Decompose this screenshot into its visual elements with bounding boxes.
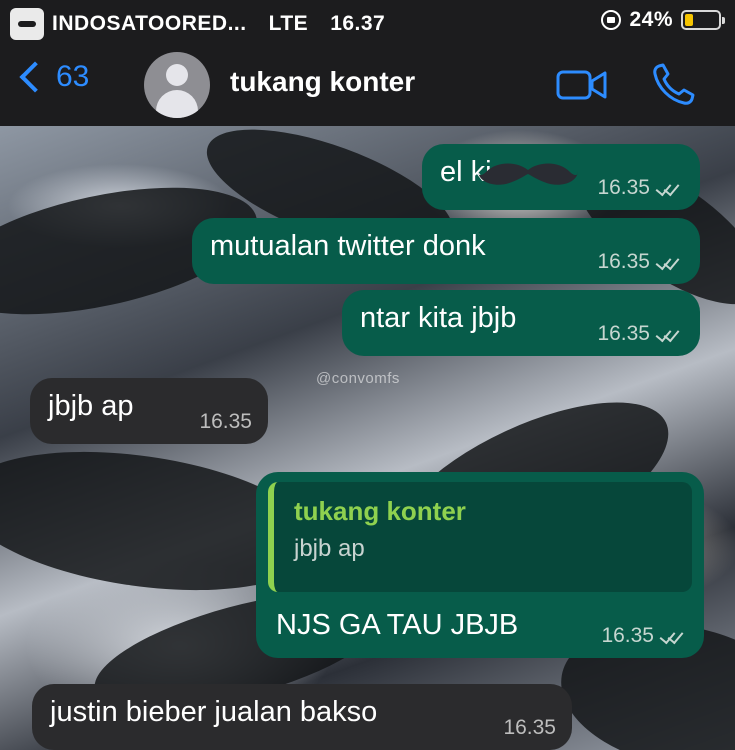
chevron-left-icon [19,61,51,93]
status-right: 24% [601,8,725,32]
status-left: INDOSATOORED... LTE 16.37 [10,8,385,40]
battery-percent: 24% [629,8,673,31]
message-time: 16.35 [597,322,650,345]
message-time: 16.35 [597,250,650,273]
carrier-name: INDOSATOORED... [52,12,247,35]
status-time: 16.37 [330,12,386,35]
message-meta: 16.35 [597,176,684,200]
chat-header: 63 tukang konter [0,42,735,127]
reply-message-bubble[interactable]: tukang konter jbjb ap NJS GA TAU JBJB 16… [256,472,704,658]
message-text: mutualan twitter donk [210,230,486,262]
mustache-sticker-icon [478,163,578,185]
message-time: 16.35 [597,176,650,199]
watermark: @convomfs [316,370,400,387]
message-time: 16.35 [601,624,654,647]
back-button[interactable]: 63 [16,60,89,94]
quote-text: jbjb ap [294,535,365,562]
double-check-icon [655,253,684,271]
message-bubble[interactable]: justin bieber jualan bakso 16.35 [32,684,572,750]
message-meta: 16.35 [601,624,688,648]
quoted-message[interactable]: tukang konter jbjb ap [268,482,692,592]
message-bubble[interactable]: jbjb ap 16.35 [30,378,268,444]
message-meta: 16.35 [597,250,684,274]
message-meta: 16.35 [199,410,252,434]
chat-area[interactable]: @convomfs el ki 16.35 mutualan twitter d… [0,126,735,750]
message-text: ntar kita jbjb [360,302,517,334]
phone-icon[interactable] [650,62,696,108]
network-type: LTE [268,12,309,35]
quote-author: tukang konter [294,496,466,526]
message-bubble[interactable]: ntar kita jbjb 16.35 [342,290,700,356]
video-call-icon[interactable] [556,68,608,102]
battery-icon [681,10,725,30]
unread-count: 63 [56,60,90,93]
double-check-icon [655,325,684,343]
orientation-lock-icon [601,10,622,30]
double-check-icon [659,627,688,645]
message-time: 16.35 [503,716,556,739]
carrier-icon [10,8,44,40]
message-text: jbjb ap [48,390,134,422]
message-text: NJS GA TAU JBJB [276,609,519,641]
double-check-icon [655,179,684,197]
status-bar: INDOSATOORED... LTE 16.37 24% [0,0,735,42]
avatar[interactable] [144,52,210,118]
message-text: justin bieber jualan bakso [50,696,378,728]
message-meta: 16.35 [503,716,556,740]
message-meta: 16.35 [597,322,684,346]
message-time: 16.35 [199,410,252,433]
message-bubble[interactable]: mutualan twitter donk 16.35 [192,218,700,284]
contact-name[interactable]: tukang konter [230,66,415,98]
